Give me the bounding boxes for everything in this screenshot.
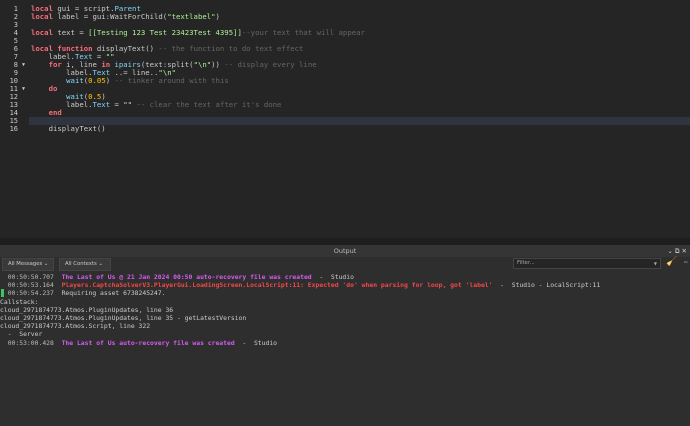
log-timestamp: 00:50:53.164 bbox=[0, 281, 62, 290]
code-token: 0.05 bbox=[88, 76, 106, 85]
code-token: )) bbox=[211, 60, 225, 69]
chevron-down-icon: ⌄ bbox=[43, 261, 49, 267]
log-source: - Studio bbox=[234, 338, 278, 347]
chevron-down-icon: ⌄ bbox=[98, 261, 103, 267]
dropdown-arrow-icon: ▼ bbox=[653, 261, 657, 266]
log-entry[interactable]: 00:50:53.164 Players.CaptchaSolverV3.Pla… bbox=[0, 281, 690, 289]
code-token: label = gui:WaitForChild( bbox=[57, 12, 168, 21]
code-token: [[Testing 123 Test 23423Test 4395]] bbox=[88, 28, 242, 37]
log-marker bbox=[1, 289, 4, 298]
code-line[interactable]: end bbox=[31, 109, 62, 117]
log-timestamp: 00:50:50.707 bbox=[0, 273, 62, 281]
line-number: 16 bbox=[9, 125, 18, 133]
code-token: ) bbox=[105, 76, 115, 85]
log-source: - Studio - LocalScript:11 bbox=[492, 281, 601, 290]
log-text: - Server bbox=[0, 330, 43, 339]
log-entry[interactable]: 00:50:54.237 Requiring asset 6738245247. bbox=[0, 289, 690, 298]
code-token: local bbox=[31, 12, 58, 21]
panel-window-controls[interactable]: ⌄ ⧉ ✕ bbox=[667, 245, 687, 257]
script-editor[interactable]: 1 local gui = script.Parent 2 local label =… bbox=[0, 0, 690, 238]
log-text: cloud_2971874773.Atmos.PluginUpdates, li… bbox=[0, 313, 247, 322]
code-token: wait bbox=[66, 76, 84, 85]
log-text: cloud_2971874773.Atmos.Script, line 322 bbox=[0, 322, 151, 331]
fold-toggle-icon[interactable]: ▼ bbox=[22, 85, 25, 93]
line-number: 9 bbox=[13, 69, 18, 77]
log-timestamp: 00:50:54.237 bbox=[0, 289, 62, 298]
code-token: "" bbox=[123, 100, 133, 109]
panel-splitter[interactable] bbox=[0, 238, 690, 245]
log-entry[interactable]: 00:53:00.428 The Last of Us auto-recover… bbox=[0, 339, 690, 347]
output-panel-header: Output ⌄ ⧉ ✕ bbox=[0, 245, 690, 257]
line-number: 2 bbox=[13, 13, 18, 21]
code-token: -- display every line bbox=[224, 60, 317, 69]
line-number: 14 bbox=[9, 109, 18, 117]
line-number: 15 bbox=[9, 117, 18, 125]
output-toolbar: All Messages ⌄ All Contexts ⌄ Filter... ▼… bbox=[0, 257, 690, 273]
log-entry[interactable]: 00:50:50.707 The Last of Us @ 21 Jan 202… bbox=[0, 273, 690, 281]
line-number: 6 bbox=[13, 45, 18, 53]
code-token: end bbox=[48, 108, 62, 117]
contexts-filter-dropdown[interactable]: All Contexts ⌄ bbox=[59, 258, 111, 271]
log-entry[interactable]: cloud_2971874773.Atmos.PluginUpdates, li… bbox=[0, 306, 690, 314]
line-number: 7 bbox=[13, 53, 18, 61]
current-line-highlight bbox=[29, 117, 690, 125]
log-entry[interactable]: Callstack: bbox=[0, 298, 690, 306]
code-token: "\n" bbox=[193, 60, 212, 69]
line-number: 4 bbox=[13, 29, 18, 37]
fold-toggle-icon[interactable]: ▼ bbox=[22, 61, 25, 69]
log-text: Callstack: bbox=[0, 297, 39, 306]
line-number: 8 bbox=[13, 61, 18, 69]
log-timestamp: 00:53:00.428 bbox=[0, 338, 62, 347]
log-source: - Studio bbox=[311, 273, 354, 281]
line-number: 11 bbox=[9, 85, 18, 93]
filter-input[interactable]: Filter... ▼ bbox=[513, 258, 661, 269]
line-number: 5 bbox=[13, 37, 18, 45]
line-number: 13 bbox=[9, 101, 18, 109]
dropdown-label: All Contexts bbox=[65, 261, 97, 267]
log-message: The Last of Us @ 21 Jan 2024 00:50 auto-… bbox=[61, 273, 312, 281]
code-line[interactable]: displayText() bbox=[31, 125, 106, 133]
log-entry[interactable]: cloud_2971874773.Atmos.PluginUpdates, li… bbox=[0, 314, 690, 322]
filter-placeholder: Filter... bbox=[517, 260, 535, 266]
line-number: 3 bbox=[13, 21, 18, 29]
log-text: cloud_2971874773.Atmos.PluginUpdates, li… bbox=[0, 305, 174, 314]
output-log: 00:50:50.707 The Last of Us @ 21 Jan 202… bbox=[0, 273, 690, 347]
log-message: Players.CaptchaSolverV3.PlayerGui.Loadin… bbox=[61, 281, 493, 290]
code-token: ) bbox=[215, 12, 220, 21]
code-token: = bbox=[110, 100, 124, 109]
line-number: 1 bbox=[13, 5, 18, 13]
log-message: Requiring asset 6738245247. bbox=[61, 289, 166, 298]
log-entry[interactable]: - Server bbox=[0, 330, 690, 338]
dropdown-label: All Messages bbox=[8, 261, 43, 267]
code-line[interactable]: wait(0.05) -- tinker around with this bbox=[31, 77, 229, 85]
code-line[interactable]: local text = [[Testing 123 Test 23423Tes… bbox=[31, 29, 365, 37]
code-token: -- clear the text after it's done bbox=[132, 100, 282, 109]
code-token: text = bbox=[57, 28, 89, 37]
messages-filter-dropdown[interactable]: All Messages ⌄ bbox=[2, 258, 54, 271]
code-line[interactable]: label.Text = "" -- clear the text after … bbox=[31, 101, 281, 109]
line-number: 12 bbox=[9, 93, 18, 101]
more-options-icon[interactable]: ⋯ bbox=[684, 259, 688, 266]
code-token: -- tinker around with this bbox=[114, 76, 229, 85]
code-token: displayText() bbox=[31, 124, 106, 133]
code-token: Text bbox=[92, 100, 111, 109]
output-title: Output bbox=[333, 247, 357, 255]
log-message: The Last of Us auto-recovery file was cr… bbox=[61, 338, 235, 347]
clear-output-broom-icon[interactable]: 🧹 bbox=[666, 257, 677, 267]
code-token: --your text that will appear bbox=[241, 28, 365, 37]
line-number: 10 bbox=[9, 77, 18, 85]
code-token: "textlabel" bbox=[167, 12, 216, 21]
code-line[interactable]: local label = gui:WaitForChild("textlabe… bbox=[31, 13, 220, 21]
log-entry[interactable]: cloud_2971874773.Atmos.Script, line 322 bbox=[0, 322, 690, 330]
code-token: -- the function to do text effect bbox=[158, 44, 304, 53]
code-token: local bbox=[31, 28, 58, 37]
